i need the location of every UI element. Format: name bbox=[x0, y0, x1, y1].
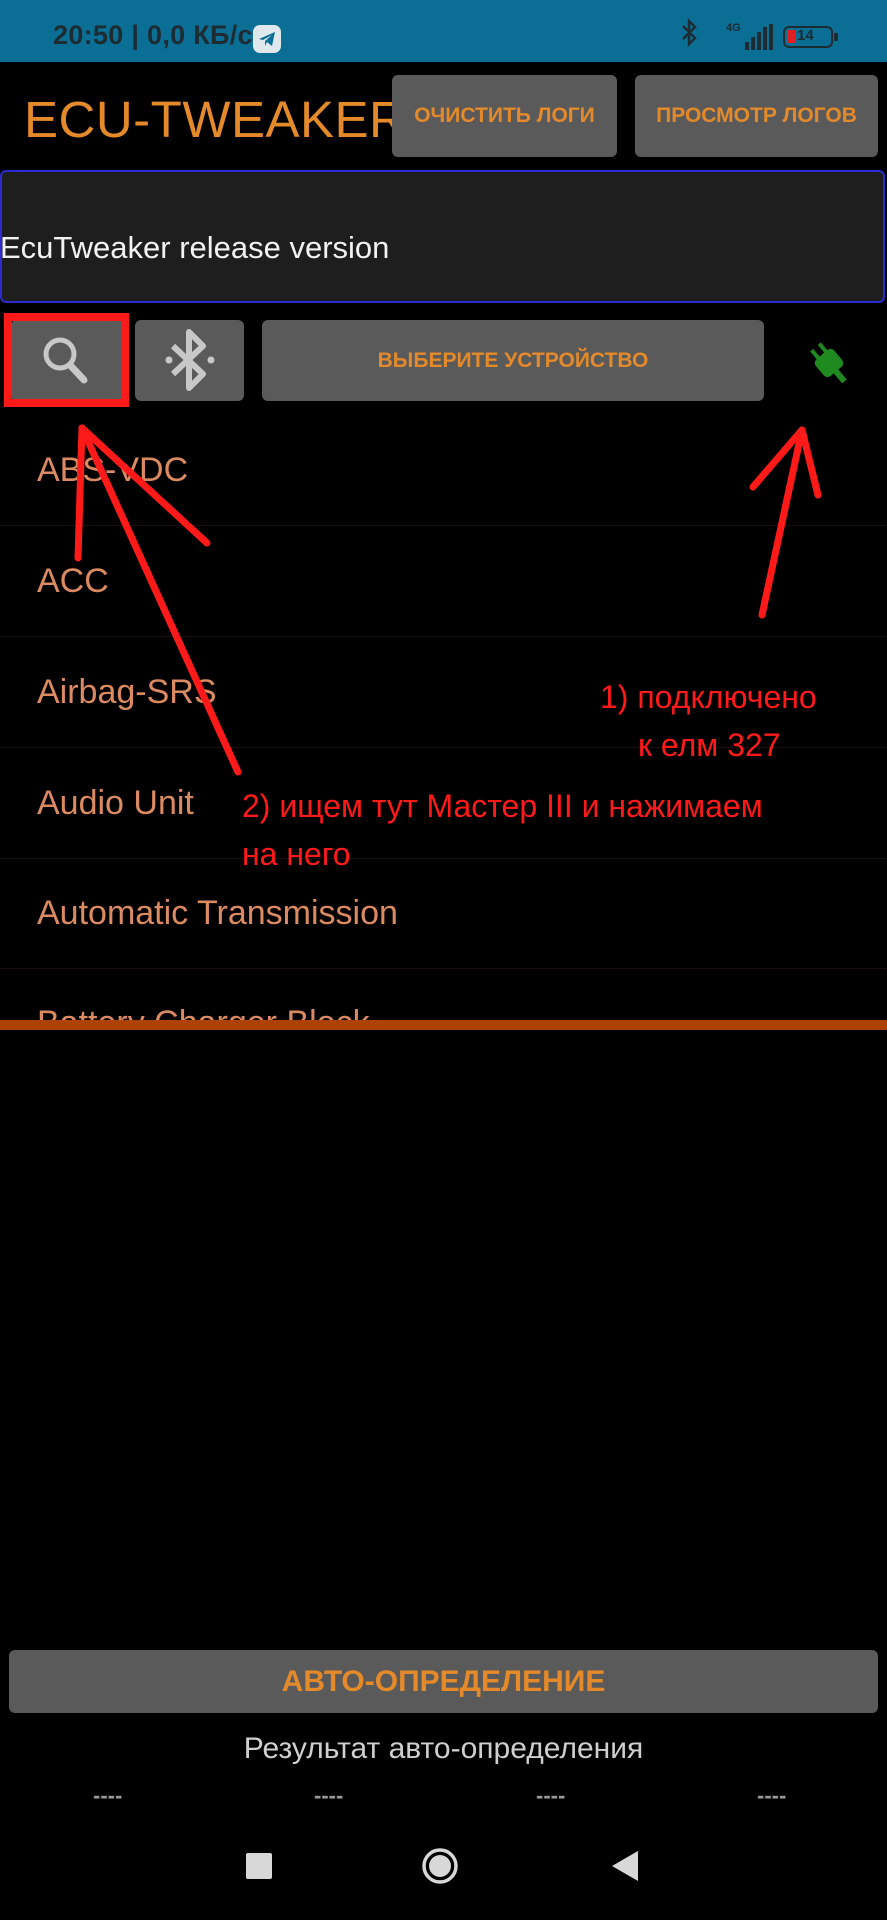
status-time-speed: 20:50 | 0,0 КБ/с bbox=[53, 20, 253, 50]
battery-icon: 14 bbox=[783, 26, 838, 48]
auto-detect-button[interactable]: АВТО-ОПРЕДЕЛЕНИЕ bbox=[9, 1650, 878, 1713]
annotation-note-2: 2) ищем тут Мастер III и нажимаем bbox=[242, 788, 763, 824]
list-item[interactable]: Automatic Transmission bbox=[0, 858, 887, 969]
annotation-note-1: к елм 327 bbox=[638, 727, 781, 763]
auto-detect-result-value: ---- bbox=[536, 1783, 566, 1808]
annotation-note-2: на него bbox=[242, 836, 351, 872]
bluetooth-icon bbox=[682, 17, 697, 48]
status-icons bbox=[680, 17, 880, 48]
bluetooth-button[interactable] bbox=[135, 320, 244, 401]
select-device-button[interactable]: ВЫБЕРИТЕ УСТРОЙСТВО bbox=[262, 320, 764, 401]
status-bar: 20:50 | 0,0 КБ/с 4G 14 bbox=[0, 0, 887, 62]
list-item-label: Audio Unit bbox=[37, 784, 194, 822]
list-scroll-edge bbox=[0, 1020, 887, 1030]
clear-logs-button[interactable]: ОЧИСТИТЬ ЛОГИ bbox=[392, 75, 617, 157]
list-item-label: Airbag-SRS bbox=[37, 673, 217, 711]
auto-detect-result-value: ---- bbox=[757, 1783, 787, 1808]
list-item[interactable]: ABS-VDC bbox=[0, 415, 887, 526]
auto-detect-result-label: Результат авто-определения bbox=[243, 1732, 644, 1765]
recent-apps-button[interactable] bbox=[246, 1853, 272, 1879]
list-item-label: ACC bbox=[37, 562, 109, 600]
log-text: EcuTweaker release version bbox=[0, 230, 390, 265]
search-button[interactable] bbox=[12, 320, 123, 401]
telegram-icon bbox=[253, 25, 281, 53]
list-item-label: Automatic Transmission bbox=[37, 894, 398, 932]
plug-connected-icon bbox=[800, 337, 858, 389]
battery-level: 14 bbox=[797, 27, 814, 44]
auto-detect-result-value: ---- bbox=[93, 1783, 123, 1808]
annotation-note-1: 1) подключено bbox=[600, 679, 817, 715]
signal-icon bbox=[745, 24, 773, 55]
search-icon bbox=[43, 337, 88, 384]
list-item-label: Battery Charger Block bbox=[37, 1004, 370, 1020]
auto-detect-result-value: ---- bbox=[314, 1783, 344, 1808]
home-button[interactable] bbox=[421, 1847, 459, 1885]
list-item[interactable]: Battery Charger Block bbox=[0, 968, 887, 1020]
bluetooth-icon bbox=[165, 329, 215, 391]
app-title: ECU-TWEAKER bbox=[24, 91, 407, 148]
list-item[interactable]: ACC bbox=[0, 526, 887, 637]
back-button[interactable] bbox=[609, 1849, 641, 1883]
network-type-label: 4G bbox=[726, 22, 741, 34]
view-logs-button[interactable]: ПРОСМОТР ЛОГОВ bbox=[635, 75, 878, 157]
list-item-label: ABS-VDC bbox=[37, 451, 189, 489]
